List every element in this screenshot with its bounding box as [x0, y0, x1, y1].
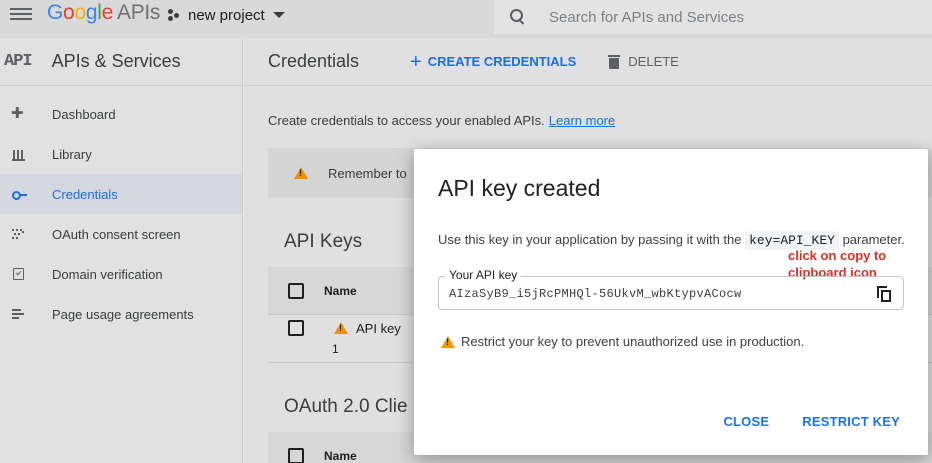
- api-key-value[interactable]: AIzaSyB9_i5jRcPMHQl-56UkvM_wbKtypvACocw: [449, 287, 742, 301]
- api-key-created-dialog: API key created Use this key in your app…: [414, 149, 928, 455]
- dialog-title: API key created: [438, 175, 601, 201]
- dialog-actions: CLOSE RESTRICT KEY: [690, 414, 900, 429]
- restrict-key-note: Restrict your key to prevent unauthorize…: [441, 334, 804, 349]
- restrict-note-text: Restrict your key to prevent unauthorize…: [461, 334, 805, 349]
- warning-icon: [441, 335, 455, 348]
- copy-to-clipboard-icon[interactable]: [877, 286, 891, 302]
- api-key-field-label: Your API key: [445, 268, 522, 282]
- restrict-key-button[interactable]: RESTRICT KEY: [802, 414, 900, 429]
- api-key-field[interactable]: Your API key AIzaSyB9_i5jRcPMHQl-56UkvM_…: [438, 268, 904, 310]
- dialog-body-text: Use this key in your application by pass…: [438, 231, 905, 250]
- close-button[interactable]: CLOSE: [723, 414, 769, 429]
